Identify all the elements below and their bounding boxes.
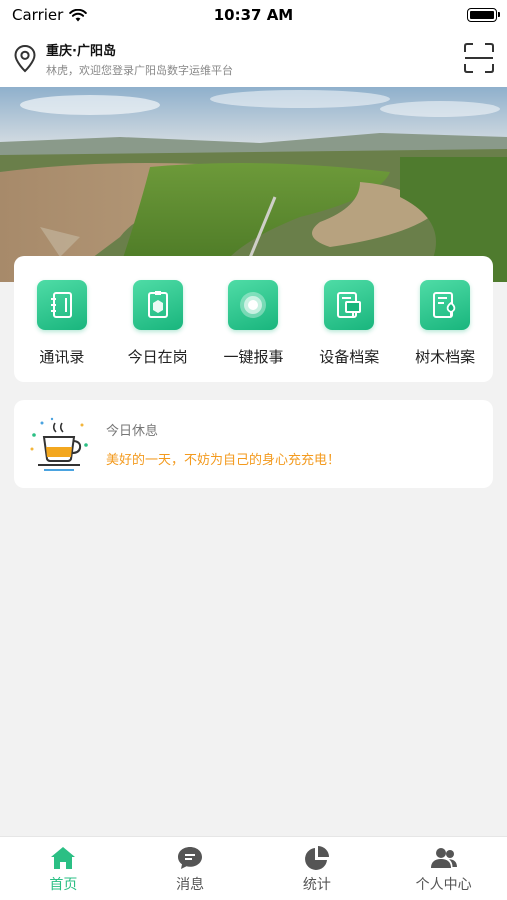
quick-action-label: 一键报事 (223, 348, 284, 366)
quick-action-device-file[interactable]: 设备档案 (309, 280, 389, 367)
banner-landscape (0, 87, 507, 282)
tab-profile[interactable]: 个人中心 (380, 837, 507, 900)
message-icon (178, 847, 203, 869)
carrier-name: Carrier (12, 6, 64, 24)
tab-label: 个人中心 (415, 877, 472, 893)
wifi-icon (69, 8, 88, 21)
location-title[interactable]: 重庆·广阳岛 (46, 40, 233, 59)
location-pin-icon[interactable] (12, 44, 38, 74)
tree-file-icon (420, 280, 471, 330)
quick-action-on-duty[interactable]: 今日在岗 (118, 280, 198, 367)
quick-action-label: 通讯录 (39, 348, 85, 366)
rest-status-card[interactable]: 今日休息 美好的一天，不妨为自己的身心充充电！ (14, 400, 493, 488)
carrier: Carrier (12, 6, 88, 24)
device-file-icon (324, 280, 375, 330)
rest-text: 今日休息 美好的一天，不妨为自己的身心充充电！ (106, 420, 340, 468)
pie-chart-icon (304, 846, 329, 870)
status-bar: Carrier 10:37 AM (0, 0, 507, 30)
quick-action-label: 设备档案 (319, 348, 380, 366)
home-icon (51, 847, 76, 869)
scan-icon[interactable] (463, 42, 495, 74)
bottom-tab-bar: 首页 消息 统计 个人中心 (0, 836, 507, 900)
on-duty-badge-icon (132, 280, 183, 330)
quick-actions-card: 通讯录 今日在岗 一键报事 设备档案 树木档案 (14, 256, 493, 382)
banner-image (0, 87, 507, 282)
rest-message: 美好的一天，不妨为自己的身心充充电！ (106, 453, 341, 468)
header: 重庆·广阳岛 林虎，欢迎您登录广阳岛数字运维平台 (0, 30, 507, 87)
coffee-cup-icon (30, 417, 88, 471)
user-group-icon (430, 848, 457, 868)
tab-home[interactable]: 首页 (0, 837, 127, 900)
quick-action-contacts[interactable]: 通讯录 (22, 280, 102, 367)
contacts-book-icon (36, 280, 87, 330)
report-button-icon (228, 280, 279, 330)
welcome-text: 林虎，欢迎您登录广阳岛数字运维平台 (46, 63, 233, 77)
battery-icon (467, 8, 500, 22)
tab-label: 消息 (176, 877, 205, 893)
tab-label: 统计 (302, 877, 331, 893)
quick-action-tree-file[interactable]: 树木档案 (405, 280, 485, 367)
header-text: 重庆·广阳岛 林虎，欢迎您登录广阳岛数字运维平台 (46, 40, 233, 78)
quick-action-label: 树木档案 (415, 348, 476, 366)
rest-title: 今日休息 (106, 424, 159, 439)
tab-messages[interactable]: 消息 (127, 837, 254, 900)
tab-label: 首页 (49, 877, 78, 893)
tab-statistics[interactable]: 统计 (254, 837, 381, 900)
quick-action-report[interactable]: 一键报事 (213, 280, 293, 367)
quick-action-label: 今日在岗 (127, 348, 188, 366)
